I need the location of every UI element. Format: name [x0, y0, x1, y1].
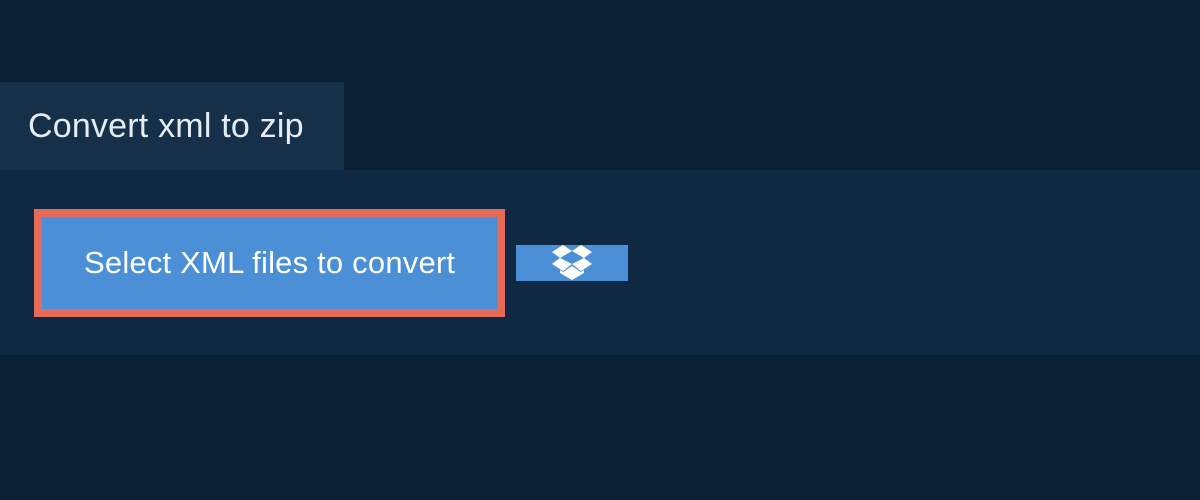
upload-panel: Select XML files to convert — [0, 170, 1200, 355]
dropbox-source-button[interactable] — [516, 245, 628, 281]
tab-title: Convert xml to zip — [28, 107, 304, 146]
dropbox-icon — [552, 245, 592, 281]
select-files-highlight: Select XML files to convert — [34, 209, 505, 317]
active-tab[interactable]: Convert xml to zip — [0, 82, 344, 170]
select-files-label: Select XML files to convert — [84, 245, 455, 281]
select-files-button[interactable]: Select XML files to convert — [42, 217, 497, 309]
converter-page: Convert xml to zip Select XML files to c… — [0, 0, 1200, 500]
